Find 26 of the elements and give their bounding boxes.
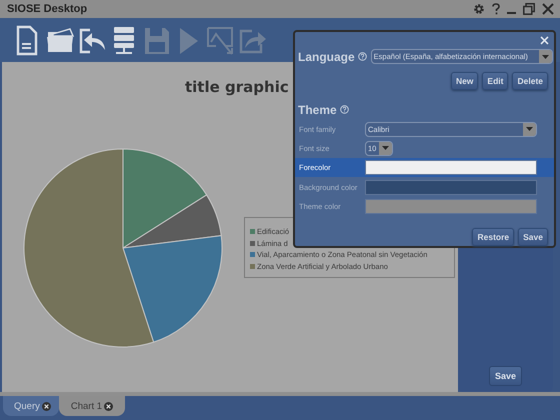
help-icon[interactable] [492,3,500,15]
dialog-button[interactable]: Restore [472,228,514,246]
dialog-button[interactable]: Edit [482,72,508,90]
restore-icon[interactable] [523,3,535,15]
dialog-button[interactable]: Delete [512,72,548,90]
save-button[interactable]: Save [488,366,522,386]
section-heading: Theme [298,102,337,117]
color-swatch[interactable] [365,160,537,176]
close-icon[interactable] [42,402,51,410]
dropdown-arrow-icon[interactable] [381,145,390,152]
tab[interactable]: Chart 1 [58,396,126,416]
dialog-button[interactable]: Save [518,228,548,246]
color-swatch[interactable] [365,198,537,214]
window-title: SIOSE Desktop [7,3,88,15]
section-heading: Language [298,50,355,64]
help-icon[interactable] [358,52,367,62]
tab[interactable]: Query [3,396,59,416]
settings-icon[interactable] [473,3,485,15]
chart-title: title graphic [185,78,289,96]
close-icon[interactable] [104,402,114,410]
dropdown-arrow-icon[interactable] [525,126,534,132]
color-swatch[interactable] [365,180,537,195]
help-icon[interactable] [340,105,349,114]
close-icon[interactable] [542,3,554,15]
dropdown-arrow-icon[interactable] [540,54,550,60]
dialog-button[interactable]: New [450,72,478,90]
